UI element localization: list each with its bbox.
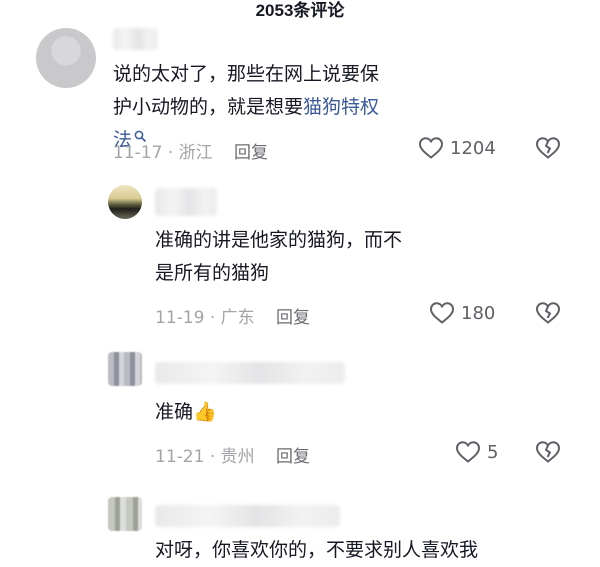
reply-button[interactable]: 回复	[276, 308, 310, 328]
heart-outline-icon	[418, 137, 444, 159]
like-count: 5	[487, 441, 499, 463]
like-count: 180	[461, 302, 496, 324]
comment-text: 对呀，你喜欢你的，不要求别人喜欢我	[155, 539, 479, 561]
reply-button[interactable]: 回复	[276, 447, 310, 467]
comment-text: 准确的讲是他家的猫狗，而不是所有的猫狗	[155, 229, 403, 284]
like-count: 1204	[450, 137, 496, 159]
comments-header: 2053条评论	[0, 0, 600, 24]
username-blurred[interactable]	[155, 505, 340, 527]
broken-heart-icon	[535, 137, 561, 159]
heart-outline-icon	[429, 302, 455, 324]
comment-date: 11-21	[155, 447, 205, 467]
meta-separator: ·	[209, 308, 216, 328]
reply-button[interactable]: 回复	[234, 143, 268, 163]
like-button[interactable]: 180	[429, 301, 495, 325]
like-button[interactable]: 1204	[418, 136, 496, 160]
broken-heart-icon	[535, 302, 561, 324]
dislike-button[interactable]	[535, 301, 561, 329]
meta-separator: ·	[167, 143, 174, 163]
comment-location: 浙江	[178, 143, 213, 163]
username-blurred[interactable]	[113, 28, 158, 50]
comment-date: 11-19	[155, 308, 205, 328]
comment-meta: 11-19 · 广东 回复	[155, 303, 310, 328]
comment-count-title: 2053条评论	[255, 1, 345, 20]
avatar[interactable]	[36, 28, 96, 88]
comment-text: 准确👍	[155, 401, 217, 423]
username-blurred[interactable]	[155, 188, 217, 216]
comment-meta: 11-21 · 贵州 回复	[155, 442, 310, 467]
dislike-button[interactable]	[535, 136, 561, 164]
meta-separator: ·	[209, 447, 216, 467]
dislike-button[interactable]	[535, 440, 561, 468]
avatar[interactable]	[108, 185, 142, 219]
username-blurred[interactable]	[155, 362, 345, 384]
avatar[interactable]	[108, 497, 142, 531]
comment-location: 广东	[220, 308, 255, 328]
thumbs-up-emoji: 👍	[193, 401, 217, 423]
like-button[interactable]: 5	[455, 440, 498, 464]
comment-date: 11-17	[113, 143, 163, 163]
broken-heart-icon	[535, 441, 561, 463]
heart-outline-icon	[455, 441, 481, 463]
comment-meta: 11-17 · 浙江 回复	[113, 138, 268, 163]
avatar[interactable]	[108, 352, 142, 386]
comment-location: 贵州	[220, 447, 255, 467]
